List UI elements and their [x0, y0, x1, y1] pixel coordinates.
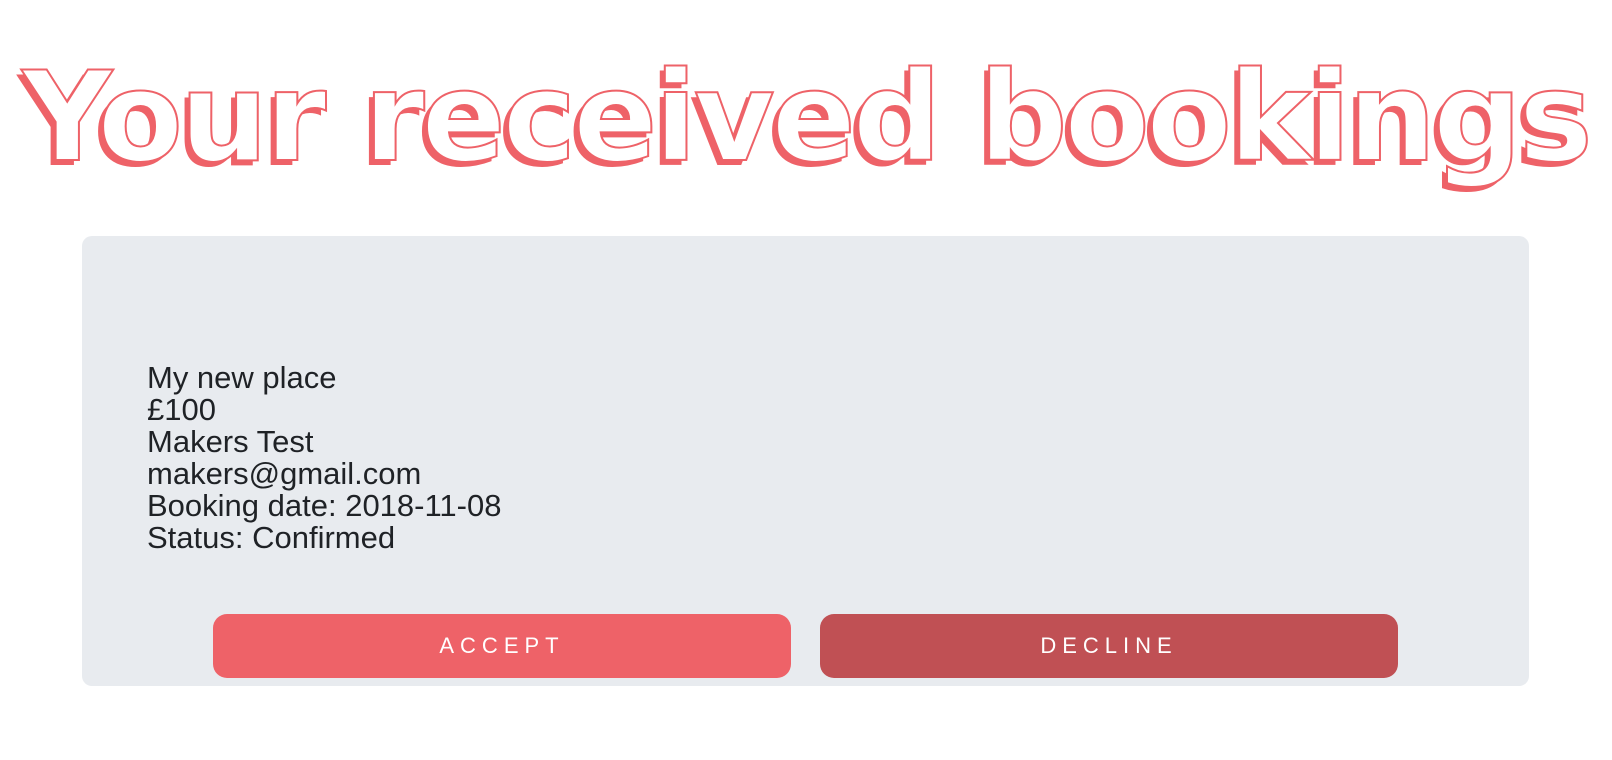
guest-email: makers@gmail.com	[147, 456, 422, 491]
booking-price: £100	[147, 392, 216, 427]
page-title: Your received bookings	[21, 46, 1593, 190]
accept-button[interactable]: ACCEPT	[213, 614, 791, 678]
booking-status: Status: Confirmed	[147, 520, 396, 555]
decline-button[interactable]: DECLINE	[820, 614, 1398, 678]
booking-date: Booking date: 2018-11-08	[147, 488, 502, 523]
place-name: My new place	[147, 360, 337, 395]
guest-name: Makers Test	[147, 424, 314, 459]
booking-details: My new place £100 Makers Test makers@gma…	[147, 362, 501, 554]
booking-card: My new place £100 Makers Test makers@gma…	[82, 236, 1529, 686]
